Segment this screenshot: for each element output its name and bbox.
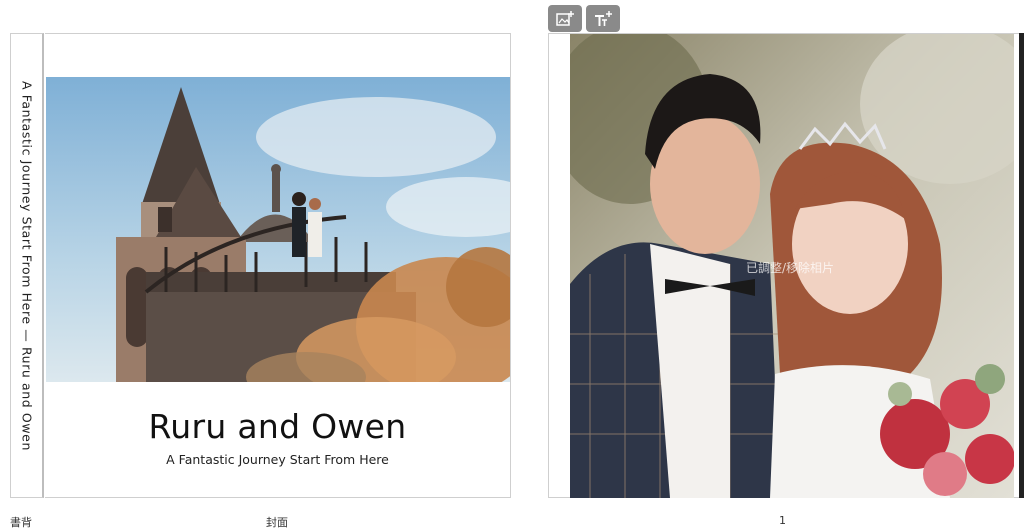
add-image-icon	[556, 10, 574, 26]
add-text-icon	[595, 10, 612, 26]
cover-caption: 封面	[266, 516, 288, 529]
page-1[interactable]: 已調整/移除相片	[548, 33, 1024, 498]
photo-watermark: 已調整/移除相片	[746, 261, 835, 275]
spine-text: A Fantastic Journey Start From Here — Ru…	[19, 80, 34, 451]
castle-wedding-photo-icon	[46, 77, 510, 382]
book-cover[interactable]: Ruru and Owen A Fantastic Journey Start …	[45, 33, 511, 498]
cover-subtitle[interactable]: A Fantastic Journey Start From Here	[45, 452, 510, 467]
next-page-edge	[1019, 33, 1024, 498]
cover-title[interactable]: Ruru and Owen	[45, 407, 510, 446]
cover-photo[interactable]	[46, 77, 510, 382]
page-1-photo[interactable]: 已調整/移除相片	[570, 34, 1014, 498]
add-text-button[interactable]	[586, 5, 620, 32]
book-spine[interactable]: A Fantastic Journey Start From Here — Ru…	[10, 33, 44, 498]
add-image-button[interactable]	[548, 5, 582, 32]
page-1-caption: 1	[779, 514, 786, 527]
spine-caption: 書背	[10, 516, 32, 529]
